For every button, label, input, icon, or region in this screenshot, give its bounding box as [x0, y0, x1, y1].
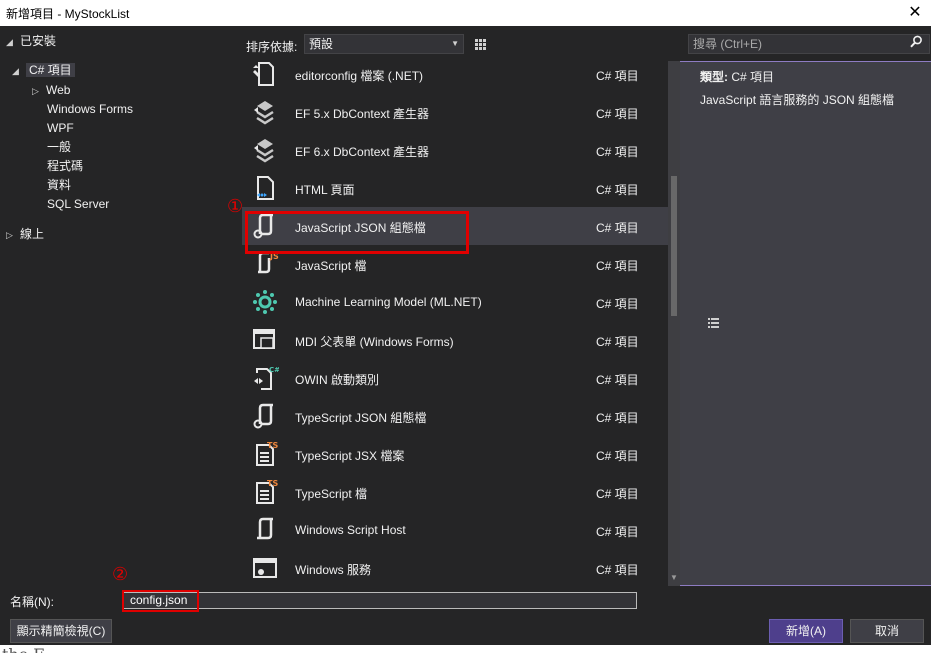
sort-by-dropdown[interactable]: 預設 ▼: [304, 34, 464, 54]
template-category: C# 項目: [596, 183, 639, 197]
template-type: 類型: C# 項目: [700, 70, 775, 84]
name-label: 名稱(N):: [10, 595, 54, 609]
chevron-down-icon: ▼: [451, 39, 459, 48]
template-category: C# 項目: [596, 563, 639, 577]
template-category: C# 項目: [596, 335, 639, 349]
highlight-box-name: [122, 590, 199, 612]
tree-node-data[interactable]: 資料: [47, 176, 71, 195]
scrollbar-thumb[interactable]: [671, 176, 677, 316]
template-category: C# 項目: [596, 525, 639, 539]
template-name: EF 5.x DbContext 產生器: [295, 107, 430, 121]
template-category: C# 項目: [596, 107, 639, 121]
svg-text:TS: TS: [267, 441, 278, 450]
template-list: editorconfig 檔案 (.NET) C# 項目 EF 5.x DbCont…: [242, 61, 680, 586]
add-button[interactable]: 新增(A): [769, 619, 843, 643]
annotation-marker-2: ②: [112, 564, 129, 585]
template-category: C# 項目: [596, 259, 639, 273]
compact-view-button[interactable]: 顯示精簡檢視(C): [10, 619, 112, 643]
tree-node-general[interactable]: 一般: [47, 138, 71, 157]
tree-node-wpf[interactable]: WPF: [47, 119, 74, 138]
highlight-box-template: [245, 211, 469, 254]
template-name: EF 6.x DbContext 產生器: [295, 145, 430, 159]
template-details-panel: 類型: C# 項目 JavaScript 語言服務的 JSON 組態檔: [688, 61, 928, 586]
template-item[interactable]: HTML 頁面 C# 項目: [242, 169, 668, 207]
close-icon[interactable]: ✕: [903, 2, 927, 22]
template-name: Windows 服務: [295, 563, 372, 577]
expanded-arrow-icon: ◢: [6, 37, 13, 47]
tree-node-code[interactable]: 程式碼: [47, 157, 83, 176]
collapsed-arrow-icon: ▷: [6, 230, 13, 240]
window-title: 新增項目 - MyStockList: [6, 7, 130, 21]
template-name: Windows Script Host: [295, 523, 406, 537]
typescript-file-icon: TS: [250, 478, 280, 506]
template-category: C# 項目: [596, 449, 639, 463]
template-list-scrollbar[interactable]: ▼: [668, 61, 680, 586]
tree-node-windows-forms[interactable]: Windows Forms: [47, 100, 133, 119]
ml-model-icon: [250, 288, 280, 316]
template-name: TypeScript 檔: [295, 487, 368, 501]
template-category: C# 項目: [596, 69, 639, 83]
cancel-button[interactable]: 取消: [850, 619, 924, 643]
html-page-icon: [250, 174, 280, 202]
collapsed-arrow-icon: ▷: [32, 86, 39, 96]
tree-node-online[interactable]: ▷ 線上: [6, 225, 44, 244]
tree-node-csharp-items[interactable]: ◢ C# 項目: [12, 61, 75, 80]
tree-node-label: C# 項目: [26, 63, 75, 77]
template-item[interactable]: Windows 服務 C# 項目: [242, 549, 668, 586]
ef-generator-icon: [250, 98, 280, 126]
grid-view-icon: [475, 38, 486, 50]
template-item[interactable]: EF 6.x DbContext 產生器 C# 項目: [242, 131, 668, 169]
template-name: MDI 父表單 (Windows Forms): [295, 335, 454, 349]
template-name: JavaScript 檔: [295, 259, 367, 273]
template-category-tree: ◢ 已安裝 ◢ C# 項目 ▷ Web Windows Forms WPF 一般 程式…: [0, 26, 242, 586]
template-category: C# 項目: [596, 373, 639, 387]
template-item[interactable]: TypeScript JSON 組態檔 C# 項目: [242, 397, 668, 435]
add-new-item-dialog: ◢ 已安裝 ◢ C# 項目 ▷ Web Windows Forms WPF 一般 程式…: [0, 26, 931, 645]
tree-node-sql-server[interactable]: SQL Server: [47, 195, 109, 214]
template-item[interactable]: Windows Script Host C# 項目: [242, 511, 668, 549]
owin-class-icon: C#: [250, 364, 280, 392]
window-titlebar: 新增項目 - MyStockList ✕: [0, 0, 931, 26]
cropped-background-text: the F: [0, 645, 931, 653]
scroll-down-arrow-icon[interactable]: ▼: [668, 572, 680, 584]
name-field[interactable]: config.json: [123, 592, 637, 609]
template-name: OWIN 啟動類別: [295, 373, 379, 387]
template-name: TypeScript JSON 組態檔: [295, 411, 427, 425]
template-name: Machine Learning Model (ML.NET): [295, 295, 482, 309]
template-category: C# 項目: [596, 297, 639, 311]
expanded-arrow-icon: ◢: [12, 66, 19, 76]
template-name: HTML 頁面: [295, 183, 355, 197]
svg-text:C#: C#: [269, 366, 279, 374]
template-description: JavaScript 語言服務的 JSON 組態檔: [700, 93, 895, 107]
template-category: C# 項目: [596, 487, 639, 501]
template-name: TypeScript JSX 檔案: [295, 449, 405, 463]
template-item[interactable]: TS TypeScript 檔 C# 項目: [242, 473, 668, 511]
template-item[interactable]: C# OWIN 啟動類別 C# 項目: [242, 359, 668, 397]
template-category: C# 項目: [596, 221, 639, 235]
ef-generator-icon: [250, 136, 280, 164]
small-icons-view-button[interactable]: [470, 34, 491, 54]
javascript-file-icon: JS: [250, 250, 280, 278]
typescript-jsx-icon: TS: [250, 440, 280, 468]
script-host-icon: [250, 516, 280, 544]
template-item[interactable]: MDI 父表單 (Windows Forms) C# 項目: [242, 321, 668, 359]
windows-service-icon: [250, 554, 280, 582]
search-icon[interactable]: [910, 35, 923, 53]
json-config-icon: [250, 402, 280, 430]
template-item[interactable]: Machine Learning Model (ML.NET) C# 項目: [242, 283, 668, 321]
tree-node-web[interactable]: ▷ Web: [32, 81, 70, 100]
editorconfig-icon: [250, 61, 280, 88]
tree-node-installed[interactable]: ◢ 已安裝: [6, 32, 56, 51]
template-item[interactable]: EF 5.x DbContext 產生器 C# 項目: [242, 93, 668, 131]
svg-text:TS: TS: [267, 479, 278, 488]
template-item[interactable]: editorconfig 檔案 (.NET) C# 項目: [242, 61, 668, 93]
template-item[interactable]: TS TypeScript JSX 檔案 C# 項目: [242, 435, 668, 473]
search-input[interactable]: 搜尋 (Ctrl+E): [688, 34, 930, 54]
mdi-form-icon: [250, 326, 280, 354]
annotation-marker-1: ①: [227, 196, 244, 217]
template-category: C# 項目: [596, 411, 639, 425]
sort-by-label: 排序依據:: [246, 40, 298, 54]
template-category: C# 項目: [596, 145, 639, 159]
template-name: editorconfig 檔案 (.NET): [295, 69, 424, 83]
